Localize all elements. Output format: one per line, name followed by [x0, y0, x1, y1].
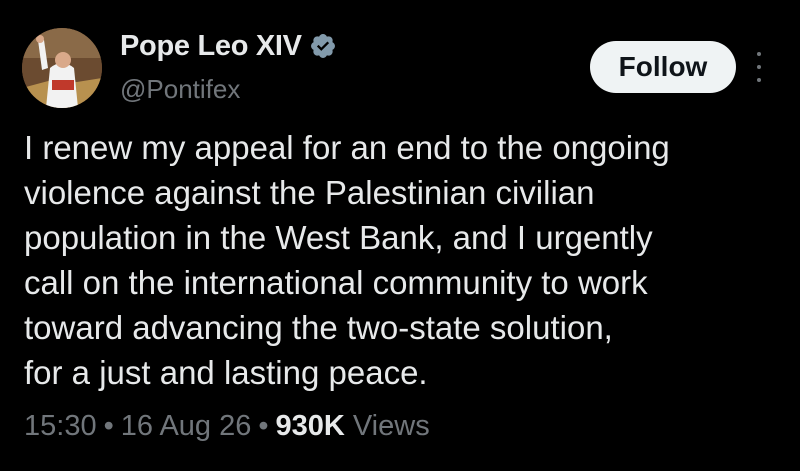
tweet-text-line: violence against the Palestinian civilia… [24, 174, 595, 211]
views-count: 930K [275, 410, 345, 442]
author-handle[interactable]: @Pontifex [120, 74, 240, 105]
tweet-text-line: call on the international community to w… [24, 264, 648, 301]
author-display-name[interactable]: Pope Leo XIV [120, 30, 302, 63]
avatar-image [22, 28, 102, 108]
views-label: Views [352, 410, 430, 442]
meta-separator: • [258, 410, 269, 442]
follow-button[interactable]: Follow [590, 41, 736, 93]
tweet-text-line: toward advancing the two-state solution, [24, 309, 613, 346]
tweet-text: I renew my appeal for an end to the ongo… [24, 125, 784, 395]
tweet-text-line: I renew my appeal for an end to the ongo… [24, 129, 670, 166]
tweet-time[interactable]: 15:30 [24, 410, 97, 443]
tweet-text-line: for a just and lasting peace. [24, 354, 428, 391]
verified-badge-icon[interactable] [309, 32, 337, 60]
more-dot [757, 78, 761, 82]
more-vertical-icon[interactable] [752, 52, 766, 82]
avatar[interactable] [22, 28, 102, 108]
meta-separator: • [103, 410, 114, 442]
tweet-card: Pope Leo XIV @Pontifex Follow I renew my… [0, 0, 800, 471]
more-dot [757, 52, 761, 56]
tweet-meta: 15:30 • 16 Aug 26 • 930K Views [24, 410, 430, 443]
tweet-date[interactable]: 16 Aug 26 [121, 410, 252, 443]
more-dot [757, 65, 761, 69]
author-name-row: Pope Leo XIV [120, 26, 337, 66]
tweet-text-line: population in the West Bank, and I urgen… [24, 219, 653, 256]
